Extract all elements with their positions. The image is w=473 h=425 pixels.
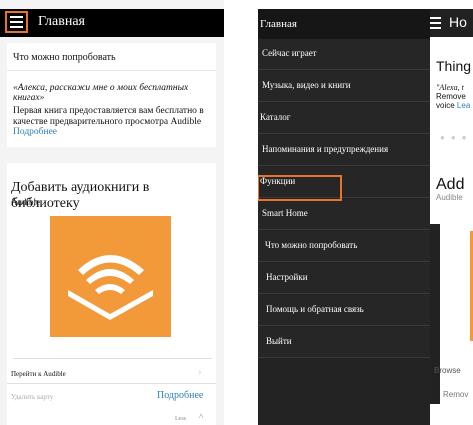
more-link[interactable]: Подробнее: [157, 390, 203, 401]
drawer-item-label: Каталог: [260, 112, 291, 122]
divider: [13, 358, 212, 359]
try-card: Что можно попробовать «Алекса, расскажи …: [7, 43, 216, 147]
try-card-title: Что можно попробовать: [13, 52, 116, 63]
chevron-right-icon: ›: [198, 366, 202, 378]
things-heading-partial: Thing: [436, 58, 472, 74]
drawer-item-music[interactable]: Музыка, видео и книги: [258, 71, 430, 102]
drawer-item-label: Smart Home: [262, 208, 308, 218]
browse-link-partial[interactable]: Browse: [434, 366, 461, 375]
drawer-item-catalog[interactable]: Каталог: [258, 103, 430, 134]
logo-edge-partial: [430, 224, 440, 404]
left-screen: Главная Что можно попробовать «Алекса, р…: [0, 0, 224, 425]
drawer-item-reminders[interactable]: Напоминания и предупреждения: [258, 135, 430, 166]
menu-highlight-box: [5, 11, 28, 33]
page-title-partial: Ho: [449, 14, 467, 30]
drawer-header: Главная: [258, 9, 430, 39]
voice-word: voice: [436, 101, 455, 110]
add-heading-partial: Add: [436, 176, 465, 193]
remove-link-partial[interactable]: Remov: [443, 390, 468, 399]
drawer-item-label: Что можно попробовать: [265, 240, 358, 250]
drawer-item-smart-home[interactable]: Smart Home: [258, 199, 430, 230]
page-title: Главная: [38, 14, 85, 29]
try-card-body-text: Первая книга предоставляется вам бесплат…: [13, 106, 204, 127]
top-bar: Главная: [0, 9, 224, 37]
less-button[interactable]: Less: [175, 416, 186, 422]
go-to-audible-link[interactable]: Перейти к Audible: [11, 370, 66, 378]
drawer-item-things-to-try[interactable]: Что можно попробовать: [258, 231, 430, 262]
drawer-item-label: Напоминания и предупреждения: [262, 144, 389, 154]
drawer-item-settings[interactable]: Настройки: [258, 263, 430, 294]
navigation-drawer: Главная Сейчас играет Музыка, видео и кн…: [258, 9, 430, 425]
pagination-dots: ● ● ●: [440, 133, 469, 142]
audible-card: Добавить аудиокниги в библиотеку Audible…: [7, 163, 216, 425]
audible-logo-icon: [50, 216, 171, 337]
try-card-quote: «Алекса, расскажи мне о моих бесплатных …: [13, 83, 189, 103]
delete-card-button[interactable]: Удалить карту: [11, 393, 53, 401]
audible-subtitle-partial: Audible: [436, 193, 463, 202]
drawer-item-sign-out[interactable]: Выйти: [258, 327, 430, 358]
audible-card-subtitle: Audible: [11, 197, 40, 207]
functions-highlight-box: [258, 175, 342, 201]
drawer-item-label: Настройки: [266, 272, 308, 282]
chevron-up-icon: ^: [199, 412, 204, 422]
learn-link-partial[interactable]: Lea: [457, 101, 470, 110]
quote-partial: "Alexa, t: [436, 83, 464, 92]
remove-text-partial: Remove: [436, 92, 466, 101]
try-card-body: Первая книга предоставляется вам бесплат…: [13, 106, 213, 138]
learn-more-link[interactable]: Подробнее: [13, 127, 57, 137]
drawer-title: Главная: [260, 18, 297, 30]
drawer-item-help[interactable]: Помощь и обратная связь: [258, 295, 430, 326]
drawer-item-label: Выйти: [266, 336, 292, 346]
divider: [7, 383, 216, 384]
drawer-item-label: Сейчас играет: [262, 48, 317, 58]
drawer-item-label: Помощь и обратная связь: [266, 304, 364, 314]
voice-text-partial: voice Lea: [436, 101, 470, 110]
divider: [7, 70, 216, 71]
audible-card-title: Добавить аудиокниги в библиотеку: [11, 180, 150, 211]
right-screen: Ho Thing "Alexa, t Remove voice Lea ● ● …: [258, 0, 473, 425]
drawer-item-label: Музыка, видео и книги: [262, 80, 351, 90]
drawer-item-now-playing[interactable]: Сейчас играет: [258, 39, 430, 70]
